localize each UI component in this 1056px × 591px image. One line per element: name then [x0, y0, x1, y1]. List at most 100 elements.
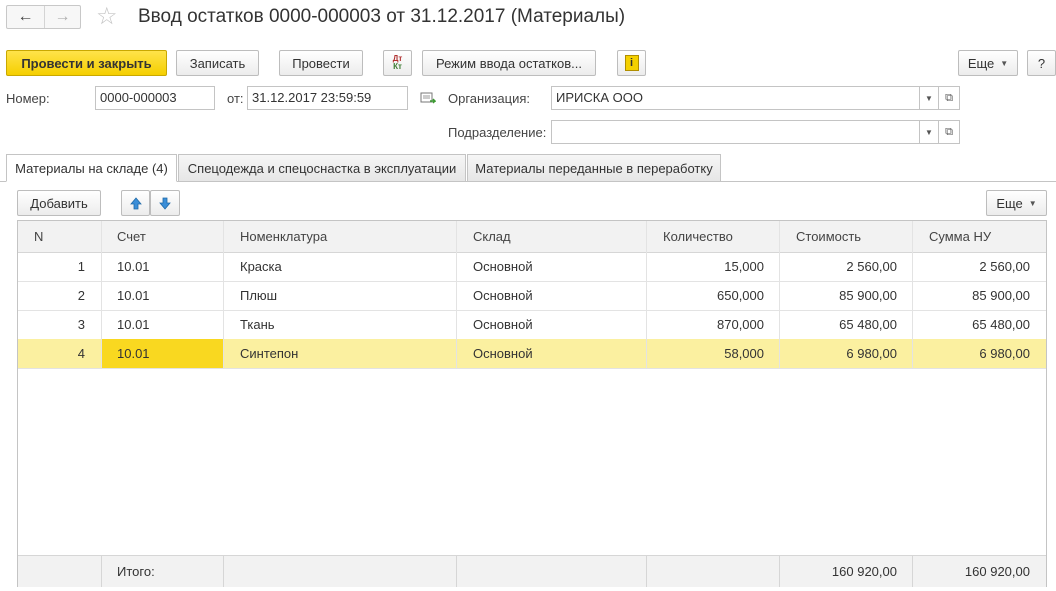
chevron-down-icon[interactable]: ▼ [919, 86, 939, 110]
dt-kt-icon: Дт Кт [392, 54, 403, 71]
materials-table: N Счет Номенклатура Склад Количество Сто… [17, 220, 1047, 587]
open-icon[interactable]: ⧉ [938, 86, 960, 110]
open-icon[interactable]: ⧉ [938, 120, 960, 144]
cell-warehouse[interactable]: Основной [457, 252, 647, 281]
organization-field-buttons: ▼ ⧉ [919, 86, 961, 111]
cell-cost[interactable]: 6 980,00 [780, 339, 913, 368]
chevron-down-icon: ▼ [1000, 58, 1009, 68]
date-field[interactable]: 31.12.2017 23:59:59 [247, 86, 408, 110]
column-divider [912, 221, 913, 368]
column-divider [223, 556, 224, 587]
window-title: Ввод остатков 0000-000003 от 31.12.2017 … [138, 6, 626, 27]
number-field[interactable]: 0000-000003 [95, 86, 215, 110]
table-footer-totals: Итого: 160 920,00 160 920,00 [18, 555, 1046, 587]
cell-item[interactable]: Плюш [224, 281, 457, 310]
column-divider [779, 556, 780, 587]
cell-quantity[interactable]: 58,000 [647, 339, 780, 368]
totals-label: Итого: [117, 564, 155, 579]
table-more-label: Еще [996, 195, 1023, 211]
cell-tax-sum[interactable]: 2 560,00 [913, 252, 1046, 281]
info-icon: i [624, 55, 639, 71]
star-icon[interactable]: ☆ [96, 3, 118, 31]
back-button[interactable]: ← [7, 6, 45, 28]
arrow-up-icon [129, 196, 142, 209]
department-label: Подразделение: [448, 125, 547, 140]
help-button[interactable]: ? [1027, 50, 1056, 76]
cell-item[interactable]: Ткань [224, 310, 457, 339]
column-divider [456, 556, 457, 587]
cell-account-active[interactable]: 10.01 [101, 339, 223, 368]
column-divider [646, 221, 647, 368]
column-header-n[interactable]: N [18, 221, 101, 252]
column-divider [223, 221, 224, 368]
balance-mode-button[interactable]: Режим ввода остатков... [422, 50, 596, 76]
tab-materials-for-processing[interactable]: Материалы переданные в переработку [467, 154, 721, 182]
cell-quantity[interactable]: 15,000 [647, 252, 780, 281]
department-field[interactable] [551, 120, 920, 144]
column-header-account[interactable]: Счет [101, 221, 223, 252]
cell-quantity[interactable]: 870,000 [647, 310, 780, 339]
table-more-button[interactable]: Еще ▼ [986, 190, 1047, 216]
chevron-down-icon[interactable]: ▼ [919, 120, 939, 144]
column-header-tax-sum[interactable]: Сумма НУ [913, 221, 1046, 252]
table-row[interactable]: 1 10.01 Краска Основной 15,000 2 560,00 … [18, 252, 1046, 282]
department-field-buttons: ▼ ⧉ [919, 120, 961, 145]
column-divider [646, 556, 647, 587]
navigation-buttons: ← → [6, 5, 81, 29]
cell-warehouse[interactable]: Основной [457, 310, 647, 339]
add-row-button[interactable]: Добавить [17, 190, 101, 216]
table-row-selected[interactable]: 4 10.01 Синтепон Основной 58,000 6 980,0… [18, 339, 1046, 369]
post-button[interactable]: Провести [279, 50, 363, 76]
column-header-warehouse[interactable]: Склад [457, 221, 647, 252]
cell-cost[interactable]: 65 480,00 [780, 310, 913, 339]
cell-account[interactable]: 10.01 [101, 310, 223, 339]
column-divider [779, 221, 780, 368]
number-label: Номер: [6, 91, 50, 106]
save-button[interactable]: Записать [176, 50, 259, 76]
dt-kt-button[interactable]: Дт Кт [383, 50, 412, 76]
column-divider [101, 221, 102, 368]
cell-item[interactable]: Краска [224, 252, 457, 281]
cell-tax-sum[interactable]: 85 900,00 [913, 281, 1046, 310]
arrow-left-icon: ← [17, 8, 34, 25]
column-header-cost[interactable]: Стоимость [780, 221, 913, 252]
cell-cost[interactable]: 2 560,00 [780, 252, 913, 281]
date-label: от: [227, 91, 244, 106]
more-label: Еще [967, 55, 995, 71]
cell-account[interactable]: 10.01 [101, 252, 223, 281]
chevron-down-icon: ▼ [1028, 198, 1037, 208]
move-down-button[interactable] [150, 190, 180, 216]
more-button[interactable]: Еще ▼ [958, 50, 1018, 76]
column-header-quantity[interactable]: Количество [647, 221, 780, 252]
tab-materials-in-stock[interactable]: Материалы на складе (4) [6, 154, 177, 182]
column-divider [912, 556, 913, 587]
cell-tax-sum[interactable]: 6 980,00 [913, 339, 1046, 368]
column-header-item[interactable]: Номенклатура [224, 221, 457, 252]
table-row[interactable]: 2 10.01 Плюш Основной 650,000 85 900,00 … [18, 281, 1046, 311]
cell-tax-sum[interactable]: 65 480,00 [913, 310, 1046, 339]
cell-n: 1 [77, 259, 85, 274]
info-button[interactable]: i [617, 50, 646, 76]
totals-tax-sum: 160 920,00 [964, 564, 1030, 579]
cell-warehouse[interactable]: Основной [457, 339, 647, 368]
post-and-close-button[interactable]: Провести и закрыть [6, 50, 167, 76]
organization-field[interactable]: ИРИСКА ООО [551, 86, 920, 110]
table-row[interactable]: 3 10.01 Ткань Основной 870,000 65 480,00… [18, 310, 1046, 340]
cell-quantity[interactable]: 650,000 [647, 281, 780, 310]
cell-cost[interactable]: 85 900,00 [780, 281, 913, 310]
tab-workwear-in-use[interactable]: Спецодежда и спецоснастка в эксплуатации [178, 154, 466, 182]
cell-account[interactable]: 10.01 [101, 281, 223, 310]
cell-n: 3 [77, 317, 85, 332]
move-up-button[interactable] [121, 190, 150, 216]
column-divider [456, 221, 457, 368]
organization-label: Организация: [448, 91, 531, 106]
cell-warehouse[interactable]: Основной [457, 281, 647, 310]
cell-n: 2 [77, 288, 85, 303]
arrow-down-icon [159, 197, 171, 210]
cell-item[interactable]: Синтепон [224, 339, 457, 368]
calendar-icon[interactable] [420, 91, 437, 105]
forward-button[interactable]: → [44, 6, 81, 28]
totals-cost: 160 920,00 [831, 564, 897, 579]
table-header: N Счет Номенклатура Склад Количество Сто… [18, 221, 1046, 253]
column-divider [101, 556, 102, 587]
